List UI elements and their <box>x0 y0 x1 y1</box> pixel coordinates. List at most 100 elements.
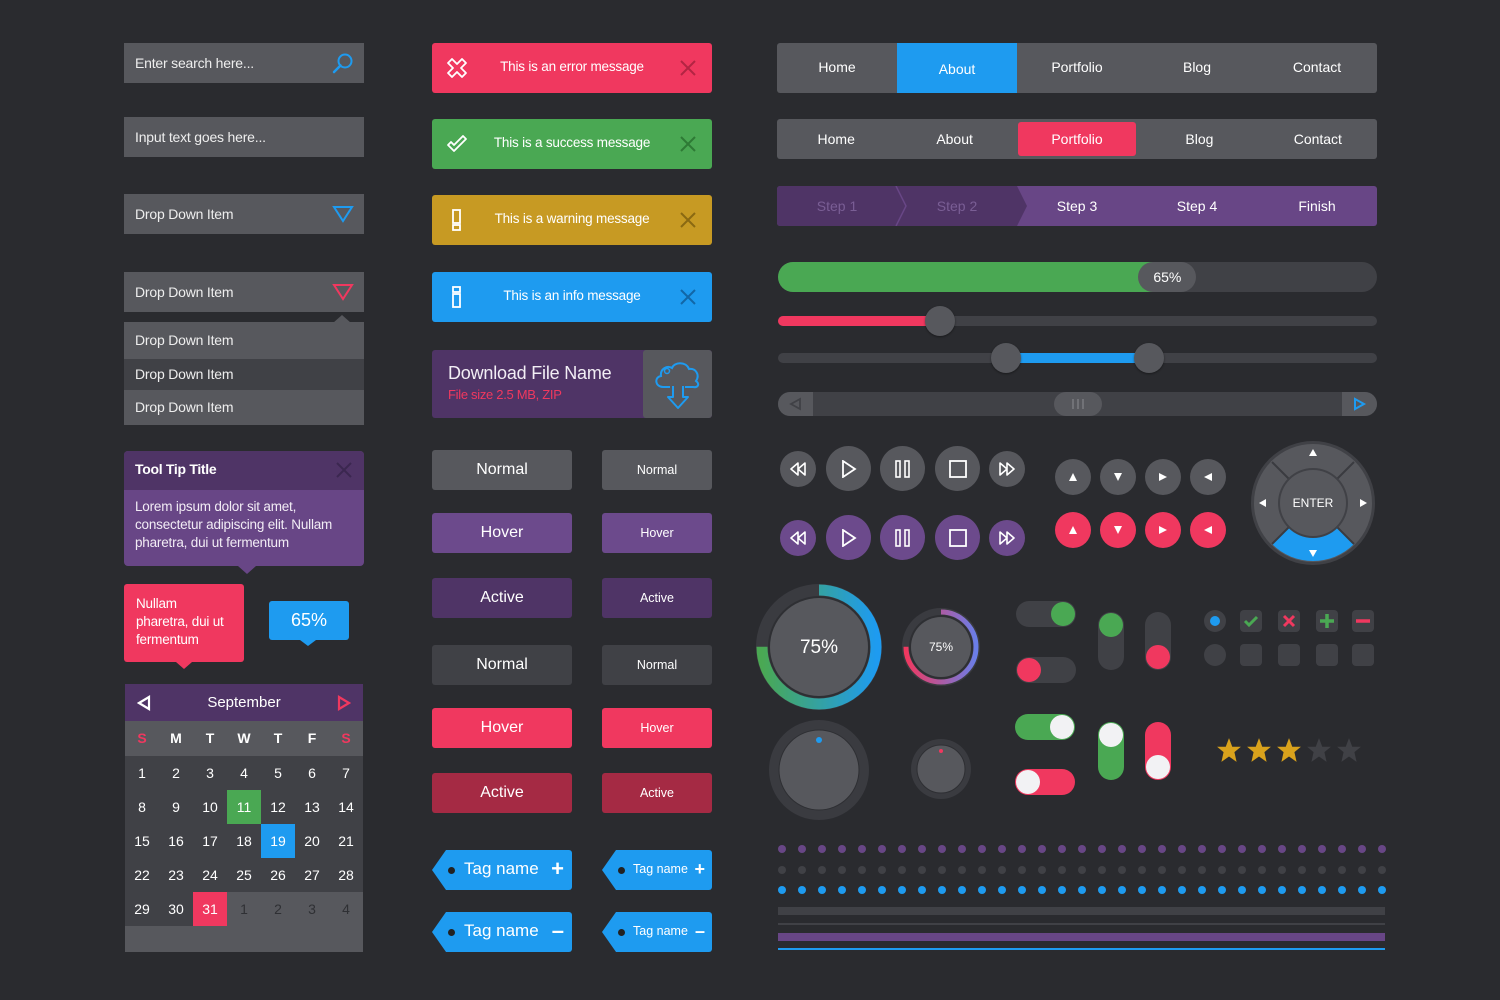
calendar-day[interactable]: 17 <box>193 824 227 858</box>
active-button-alt-small[interactable]: Active <box>602 773 712 813</box>
scroll-right-button[interactable] <box>1342 392 1377 416</box>
slider-range[interactable] <box>778 343 1377 373</box>
dropdown-open[interactable]: Drop Down Item <box>124 272 364 312</box>
checkbox-empty[interactable] <box>1240 644 1262 666</box>
active-button[interactable]: Active <box>432 578 572 618</box>
download-button[interactable] <box>643 350 712 418</box>
calendar-day[interactable]: 9 <box>159 790 193 824</box>
slider-handle-high[interactable] <box>1134 343 1165 373</box>
calendar-day[interactable]: 24 <box>193 858 227 892</box>
calendar-day[interactable]: 14 <box>329 790 363 824</box>
nav-item-portfolio[interactable]: Portfolio <box>1017 43 1137 93</box>
text-input[interactable]: Input text goes here... <box>124 117 364 157</box>
plus-icon[interactable]: + <box>694 850 705 888</box>
close-icon[interactable] <box>680 212 696 228</box>
checkbox-empty[interactable] <box>1316 644 1338 666</box>
calendar-day[interactable]: 7 <box>329 756 363 790</box>
download-card[interactable]: Download File Name File size 2.5 MB, ZIP <box>432 350 712 418</box>
arrow-up-button[interactable] <box>1055 459 1091 495</box>
star-filled-icon[interactable] <box>1276 737 1302 763</box>
star-rating[interactable] <box>1216 737 1366 763</box>
active-button-small[interactable]: Active <box>602 578 712 618</box>
calendar-day[interactable]: 13 <box>295 790 329 824</box>
hover-button-small[interactable]: Hover <box>602 513 712 553</box>
checkbox-empty[interactable] <box>1352 644 1374 666</box>
calendar-day[interactable]: 2 <box>261 892 295 926</box>
calendar-day[interactable]: 20 <box>295 824 329 858</box>
star-empty-icon[interactable] <box>1336 737 1362 763</box>
checkbox-empty[interactable] <box>1278 644 1300 666</box>
prev-month-icon[interactable] <box>137 694 151 711</box>
calendar-day[interactable]: 28 <box>329 858 363 892</box>
toggle-vertical-on-filled[interactable] <box>1098 722 1124 780</box>
minus-icon[interactable]: – <box>695 912 705 950</box>
checkbox-crossed[interactable] <box>1278 610 1300 632</box>
checkbox-checked[interactable] <box>1240 610 1262 632</box>
calendar-day[interactable]: 10 <box>193 790 227 824</box>
calendar-day[interactable]: 15 <box>125 824 159 858</box>
tag-add[interactable]: Tag name + <box>432 850 572 890</box>
play-button[interactable] <box>826 515 871 560</box>
close-icon[interactable] <box>680 60 696 76</box>
search-icon[interactable] <box>332 52 354 74</box>
calendar-day[interactable]: 1 <box>125 756 159 790</box>
slider-handle-low[interactable] <box>990 343 1021 373</box>
nav-item-blog[interactable]: Blog <box>1140 119 1258 159</box>
tag-remove[interactable]: Tag name – <box>432 912 572 952</box>
arrow-left-button[interactable] <box>1190 512 1226 548</box>
checkbox-plus[interactable] <box>1316 610 1338 632</box>
calendar-day[interactable]: 16 <box>159 824 193 858</box>
calendar-day[interactable]: 1 <box>227 892 261 926</box>
nav-item-portfolio[interactable]: Portfolio <box>1017 122 1137 156</box>
calendar-day[interactable]: 25 <box>227 858 261 892</box>
calendar-day[interactable]: 26 <box>261 858 295 892</box>
step-4[interactable]: Step 4 <box>1137 186 1257 226</box>
tag-remove-small[interactable]: Tag name – <box>602 912 712 952</box>
normal-button-alt-small[interactable]: Normal <box>602 645 712 685</box>
close-icon[interactable] <box>680 136 696 152</box>
checkbox-minus[interactable] <box>1352 610 1374 632</box>
calendar-day[interactable]: 11 <box>227 790 261 824</box>
calendar-day[interactable]: 3 <box>193 756 227 790</box>
horizontal-scrollbar[interactable] <box>778 392 1377 416</box>
fast-forward-button[interactable] <box>989 451 1025 487</box>
toggle-vertical-off[interactable] <box>1145 612 1171 670</box>
calendar-day[interactable]: 31 <box>193 892 227 926</box>
nav-item-about[interactable]: About <box>897 43 1017 93</box>
calendar-day[interactable]: 30 <box>159 892 193 926</box>
calendar-day[interactable]: 4 <box>227 756 261 790</box>
calendar-day[interactable]: 6 <box>295 756 329 790</box>
scroll-thumb[interactable] <box>1053 392 1102 416</box>
slider-handle[interactable] <box>924 306 955 336</box>
stop-button[interactable] <box>935 515 980 560</box>
arrow-right-button[interactable] <box>1145 459 1181 495</box>
nav-item-contact[interactable]: Contact <box>1259 119 1377 159</box>
calendar-day[interactable]: 18 <box>227 824 261 858</box>
rewind-button[interactable] <box>780 520 816 556</box>
play-button[interactable] <box>826 446 871 491</box>
nav-item-about[interactable]: About <box>895 119 1013 159</box>
step-finish[interactable]: Finish <box>1257 186 1377 226</box>
radio-selected[interactable] <box>1204 610 1226 632</box>
rotary-knob-large[interactable] <box>769 720 869 820</box>
calendar-day[interactable]: 29 <box>125 892 159 926</box>
calendar-day[interactable]: 23 <box>159 858 193 892</box>
radio-empty[interactable] <box>1204 644 1226 666</box>
star-filled-icon[interactable] <box>1216 737 1242 763</box>
close-icon[interactable] <box>680 289 696 305</box>
normal-button-small[interactable]: Normal <box>602 450 712 490</box>
toggle-vertical-off-filled[interactable] <box>1145 722 1171 780</box>
hover-button-alt[interactable]: Hover <box>432 708 572 748</box>
normal-button-alt[interactable]: Normal <box>432 645 572 685</box>
dropdown-option[interactable]: Drop Down Item <box>124 322 364 359</box>
calendar-day[interactable]: 19 <box>261 824 295 858</box>
toggle-switch-on[interactable] <box>1016 601 1076 627</box>
star-empty-icon[interactable] <box>1306 737 1332 763</box>
calendar-day[interactable]: 22 <box>125 858 159 892</box>
next-month-icon[interactable] <box>337 694 351 711</box>
dropdown-closed[interactable]: Drop Down Item <box>124 194 364 234</box>
stop-button[interactable] <box>935 446 980 491</box>
star-filled-icon[interactable] <box>1246 737 1272 763</box>
pause-button[interactable] <box>880 515 925 560</box>
toggle-switch-off-filled[interactable] <box>1015 769 1075 795</box>
